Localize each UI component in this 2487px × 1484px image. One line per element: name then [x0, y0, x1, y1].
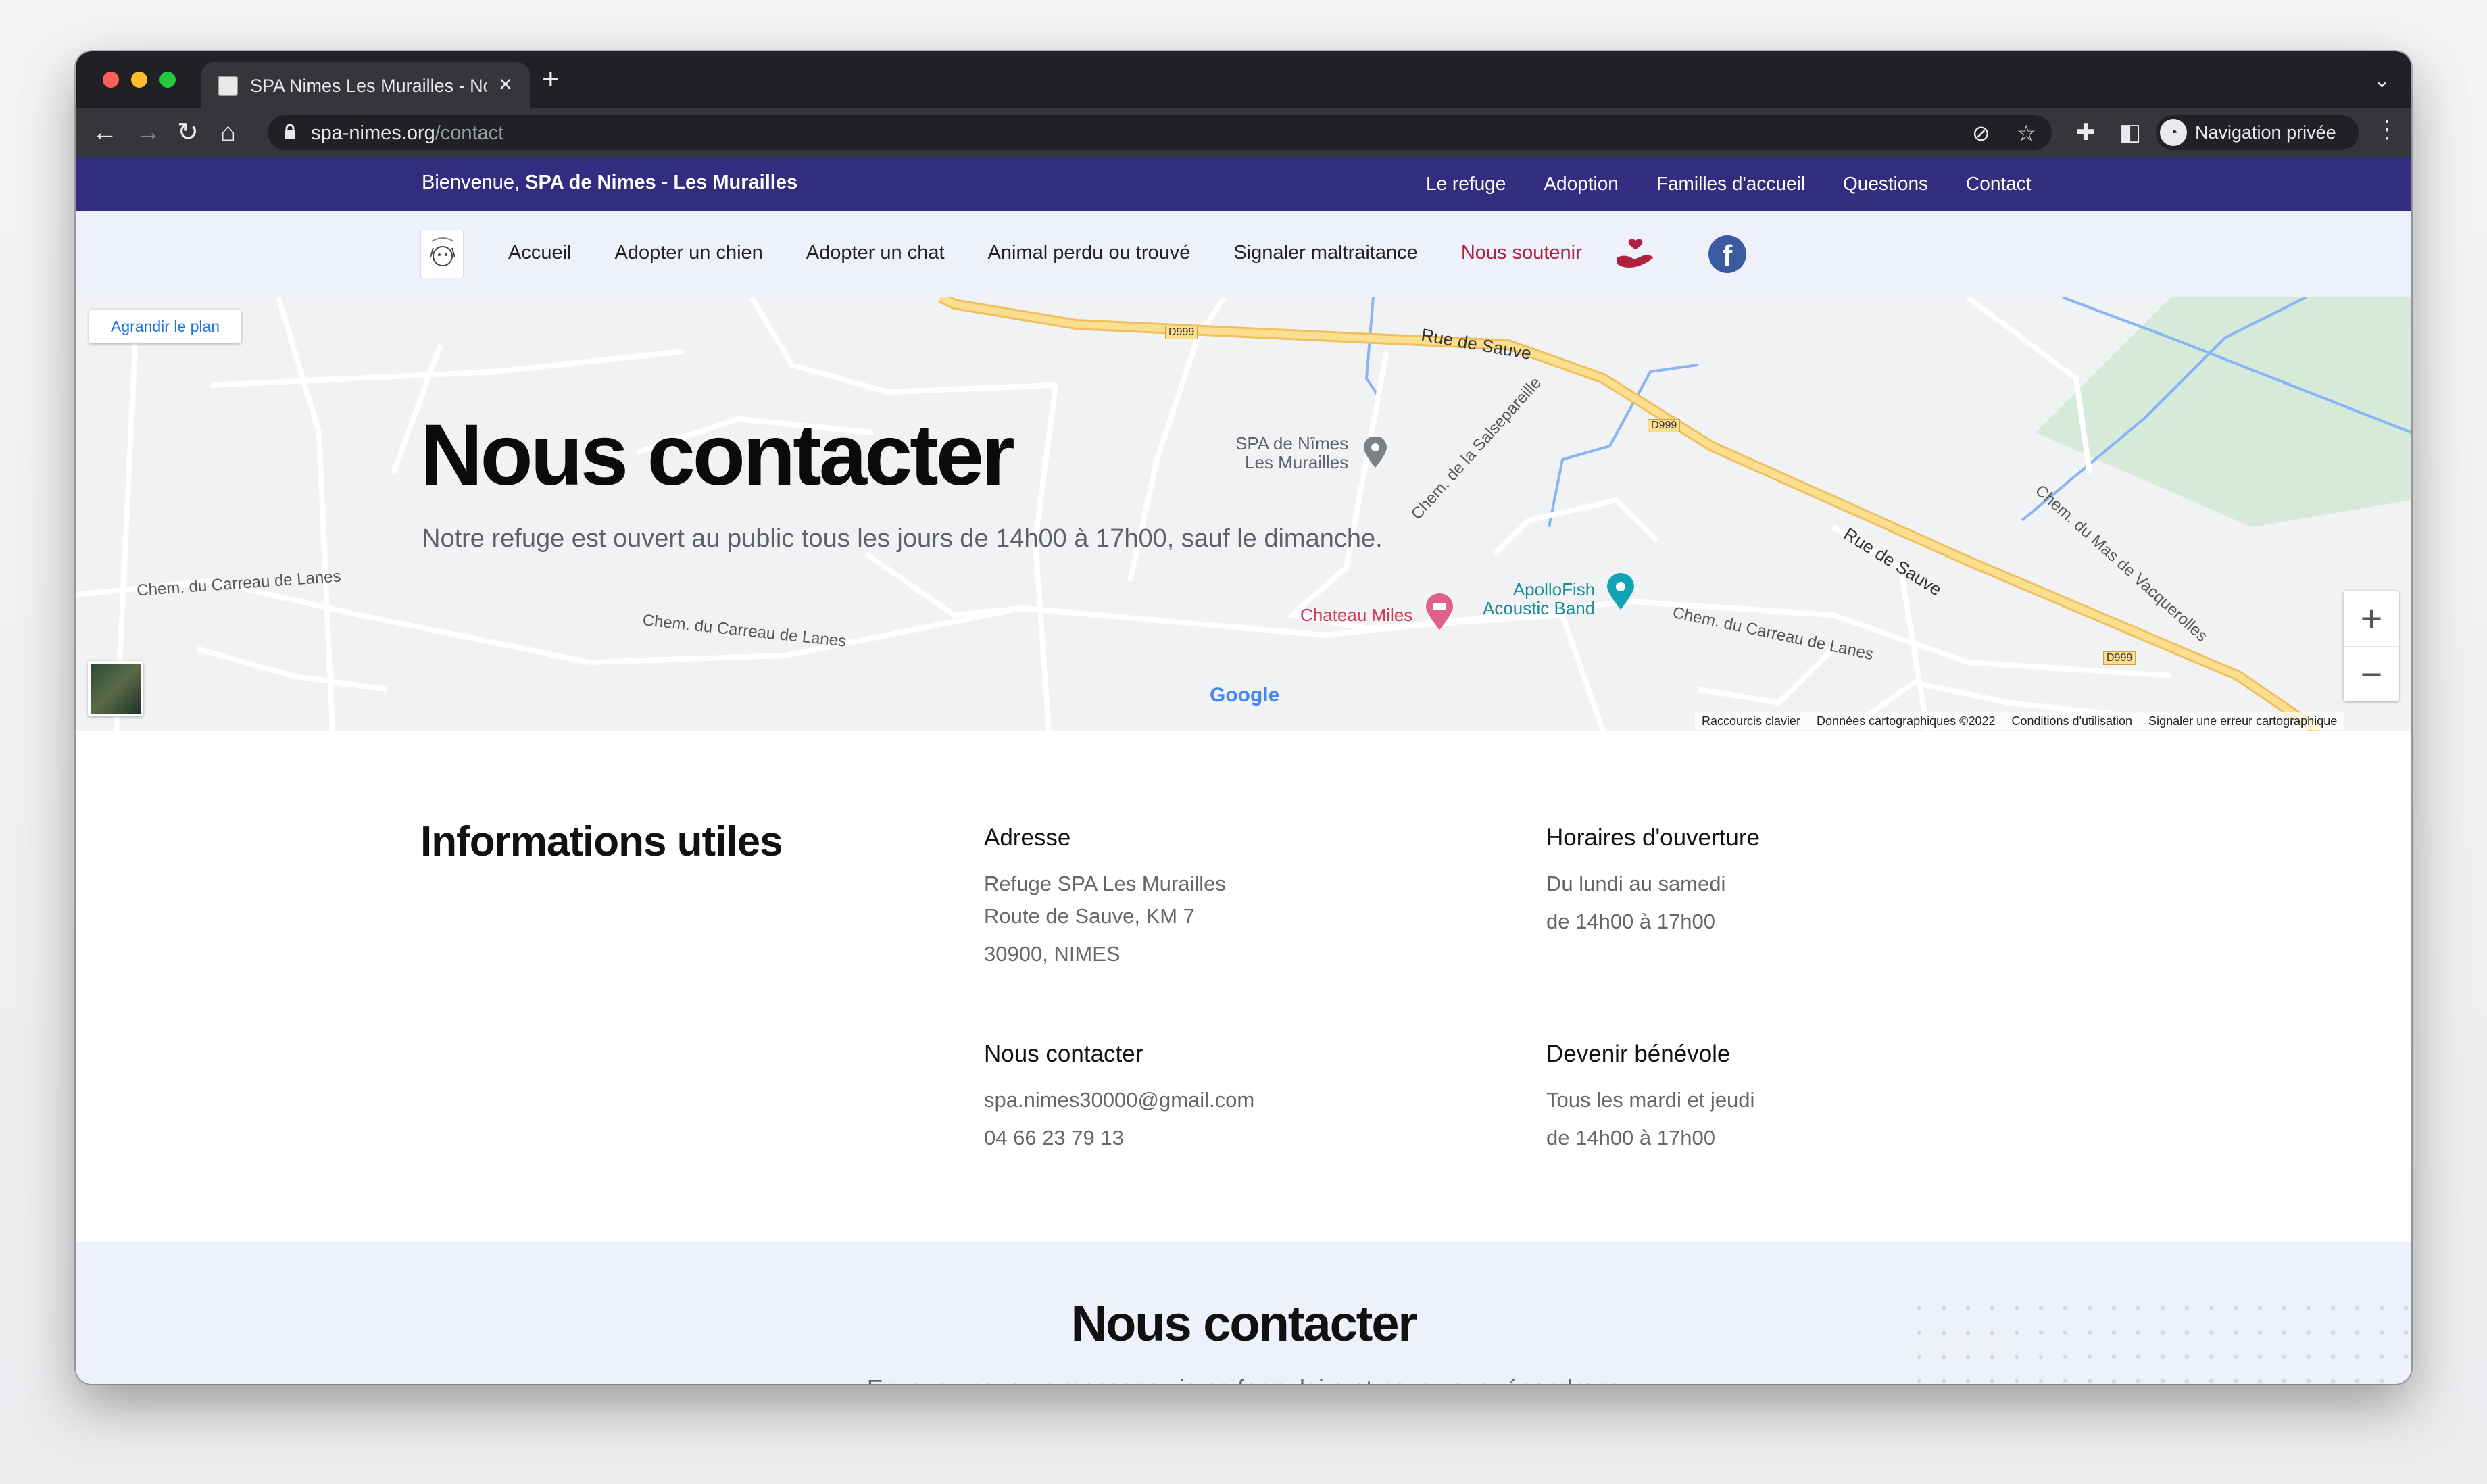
profile-button[interactable]: ◔ Navigation privée: [2156, 115, 2359, 150]
volunteer-title: Devenir bénévole: [1546, 1041, 1731, 1067]
new-tab-button[interactable]: +: [542, 65, 560, 95]
favicon-icon: [218, 76, 238, 96]
browser-window: SPA Nimes Les Murailles - Nous contacter…: [76, 51, 2411, 1384]
close-tab-icon[interactable]: ×: [499, 72, 512, 98]
address-line: 30900, NIMES: [984, 942, 1121, 966]
tab-title: SPA Nimes Les Murailles - Nous contacter: [250, 76, 487, 96]
satellite-toggle[interactable]: [88, 661, 143, 716]
site-top-bar: Bienvenue, SPA de Nimes - Les Murailles …: [76, 157, 2411, 211]
minimize-window-button[interactable]: [131, 72, 147, 88]
main-nav: Accueil Adopter un chien Adopter un chat…: [76, 211, 2411, 297]
forward-arrow-icon[interactable]: →: [135, 118, 161, 147]
url-host: spa-nimes.org: [311, 122, 435, 144]
nav-links: Accueil Adopter un chien Adopter un chat…: [508, 242, 1582, 264]
zoom-out-button[interactable]: −: [2344, 646, 2399, 701]
side-panel-icon[interactable]: ◧: [2119, 118, 2141, 147]
volunteer-line: Tous les mardi et jeudi: [1546, 1088, 1755, 1112]
poi-label: SPA de Nîmes: [1235, 433, 1349, 453]
poi-spa-nimes[interactable]: SPA de Nîmes Les Murailles: [1235, 434, 1348, 472]
music-pin-icon[interactable]: [1607, 573, 1634, 610]
welcome-prefix: Bienvenue,: [422, 172, 526, 193]
google-logo: Google: [1210, 684, 1280, 706]
poi-label: ApolloFish: [1512, 579, 1596, 599]
top-link-questions[interactable]: Questions: [1843, 173, 1928, 195]
reload-icon[interactable]: ↻: [177, 118, 199, 147]
terms-link[interactable]: Conditions d'utilisation: [2012, 714, 2133, 728]
map-zoom-control: + −: [2344, 591, 2399, 701]
enlarge-map-button[interactable]: Agrandir le plan: [89, 310, 242, 343]
google-map[interactable]: Agrandir le plan Rue de Sauve Rue de Sau…: [76, 297, 2411, 731]
top-link-adoption[interactable]: Adoption: [1544, 173, 1619, 195]
nav-nous-soutenir[interactable]: Nous soutenir: [1461, 242, 1582, 264]
nav-animal-perdu[interactable]: Animal perdu ou trouvé: [988, 242, 1191, 264]
route-code: D999: [2103, 651, 2136, 665]
lock-icon: [285, 124, 295, 139]
contact-form-title: Nous contacter: [1070, 1295, 1418, 1352]
report-error-link[interactable]: Signaler une erreur cartographique: [2148, 714, 2337, 728]
home-icon[interactable]: ⌂: [220, 118, 236, 147]
welcome-text: Bienvenue, SPA de Nimes - Les Murailles: [422, 172, 797, 194]
url-text: spa-nimes.org/contact: [311, 122, 503, 145]
poi-label: Les Murailles: [1244, 452, 1349, 472]
tab-search-chevron-icon[interactable]: ⌄: [2373, 69, 2390, 93]
keyboard-shortcuts-link[interactable]: Raccourcis clavier: [1702, 714, 1800, 728]
browser-toolbar: ← → ↻ ⌂ spa-nimes.org/contact ⊘ ☆ ✚ ◧ ◔ …: [76, 108, 2411, 157]
browser-tab[interactable]: SPA Nimes Les Murailles - Nous contacter…: [201, 62, 530, 108]
contact-email[interactable]: spa.nimes30000@gmail.com: [984, 1088, 1254, 1112]
address-line: Refuge SPA Les Murailles: [984, 872, 1226, 895]
back-arrow-icon[interactable]: ←: [92, 118, 118, 147]
url-path: /contact: [435, 122, 504, 144]
hotel-pin-icon[interactable]: [1426, 593, 1453, 630]
poi-label: Acoustic Band: [1483, 598, 1596, 618]
facebook-icon[interactable]: f: [1708, 235, 1746, 273]
contact-title: Nous contacter: [984, 1041, 1143, 1067]
route-code: D999: [1648, 419, 1681, 432]
incognito-icon: ◔: [2160, 119, 2187, 146]
poi-apollofish[interactable]: ApolloFish Acoustic Band: [1483, 580, 1595, 618]
close-window-button[interactable]: [103, 72, 119, 88]
top-links: Le refuge Adoption Familles d'accueil Qu…: [1426, 173, 2032, 195]
extensions-puzzle-icon[interactable]: ✚: [2076, 118, 2096, 147]
info-heading: Informations utiles: [420, 818, 783, 865]
nav-adopter-chat[interactable]: Adopter un chat: [806, 242, 945, 264]
map-attribution: Raccourcis clavier Données cartographiqu…: [1695, 712, 2344, 730]
nav-accueil[interactable]: Accueil: [508, 242, 572, 264]
top-link-le-refuge[interactable]: Le refuge: [1426, 173, 1506, 195]
zoom-in-button[interactable]: +: [2344, 591, 2399, 646]
top-link-familles[interactable]: Familles d'accueil: [1656, 173, 1805, 195]
poi-chateau-miles[interactable]: Chateau Miles: [1300, 605, 1412, 624]
hand-heart-icon: [1617, 239, 1653, 268]
hours-line: Du lundi au samedi: [1546, 872, 1726, 895]
address-title: Adresse: [984, 824, 1071, 851]
nav-adopter-chien[interactable]: Adopter un chien: [615, 242, 763, 264]
dog-logo-icon: [430, 237, 455, 266]
hours-line: de 14h00 à 17h00: [1546, 910, 1715, 933]
profile-label: Navigation privée: [2195, 122, 2336, 143]
route-code: D999: [1165, 326, 1198, 339]
bookmark-star-icon[interactable]: ☆: [2017, 120, 2036, 146]
contact-phone[interactable]: 04 66 23 79 13: [984, 1126, 1124, 1150]
menu-kebab-icon[interactable]: ⋮: [2375, 115, 2399, 143]
top-link-contact[interactable]: Contact: [1966, 173, 2032, 195]
welcome-name: SPA de Nimes - Les Murailles: [525, 172, 798, 193]
tab-bar: SPA Nimes Les Murailles - Nous contacter…: [76, 51, 2411, 108]
hero-subtitle: Notre refuge est ouvert au public tous l…: [422, 524, 1383, 553]
address-bar[interactable]: spa-nimes.org/contact ⊘ ☆: [268, 115, 2052, 150]
map-pin-icon[interactable]: [1364, 437, 1387, 468]
zoom-window-button[interactable]: [159, 72, 176, 88]
contact-form-section: Nous contacter Envoyez-nous un message v…: [76, 1242, 2411, 1384]
nav-signaler[interactable]: Signaler maltraitance: [1233, 242, 1417, 264]
hours-title: Horaires d'ouverture: [1546, 824, 1760, 851]
map-data-text: Données cartographiques ©2022: [1817, 714, 1996, 728]
eye-off-icon[interactable]: ⊘: [1972, 120, 1990, 146]
site-logo[interactable]: [420, 230, 464, 278]
contact-form-subtitle: Envoyez-nous un message via ce formulair…: [76, 1375, 2411, 1384]
address-line: Route de Sauve, KM 7: [984, 904, 1195, 928]
hero-title: Nous contacter: [420, 407, 1015, 503]
volunteer-line: de 14h00 à 17h00: [1546, 1126, 1715, 1149]
